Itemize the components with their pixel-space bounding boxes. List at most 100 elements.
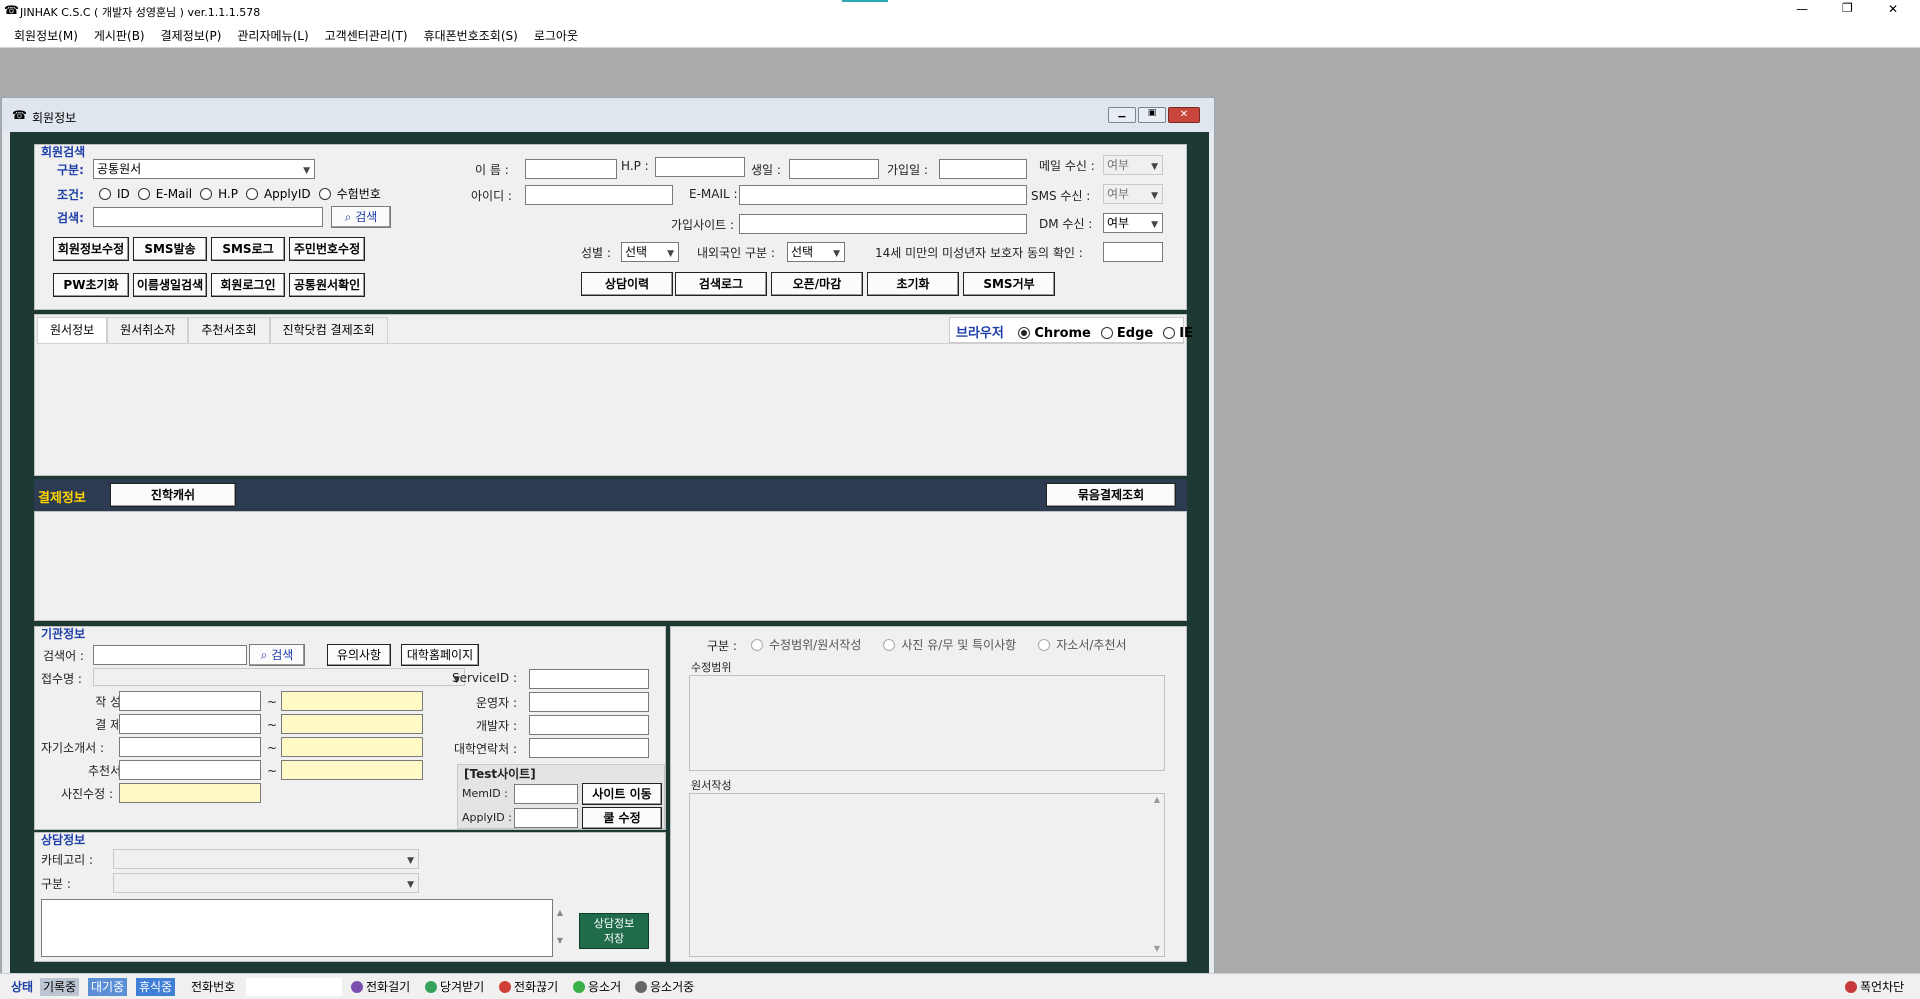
org-row-start-2[interactable]: [119, 737, 261, 757]
radio-icon[interactable]: [318, 188, 331, 200]
bundle-payment-button[interactable]: 묶음결제조회: [1046, 483, 1176, 507]
org-keyword-input[interactable]: [93, 645, 247, 665]
univ-homepage-button[interactable]: 대학홈페이지: [401, 644, 479, 666]
child-close-button[interactable]: ✕: [1168, 107, 1200, 123]
tab-0[interactable]: 원서정보: [37, 317, 108, 343]
org-right-input-0[interactable]: [529, 669, 649, 689]
search-action-button-3[interactable]: 주민번호수정: [289, 237, 365, 261]
memid-input[interactable]: [514, 784, 578, 804]
org-search-button[interactable]: ⌕ 검색: [249, 644, 305, 666]
menu-item-0[interactable]: 회원정보(M): [6, 23, 86, 48]
child-restore-button[interactable]: ▣: [1138, 107, 1166, 123]
sms-recv-select[interactable]: 여부 ▼: [1103, 184, 1163, 204]
pickup-button[interactable]: 당겨받기: [422, 978, 487, 996]
search-action2-button-1[interactable]: 이름생일검색: [133, 273, 207, 297]
radio-icon[interactable]: [883, 639, 896, 651]
category-select[interactable]: ▼: [113, 849, 419, 869]
edit-option-2[interactable]: 자소서/추천서: [1038, 638, 1127, 652]
org-row-start-3[interactable]: [119, 760, 261, 780]
child-minimize-button[interactable]: ▁: [1108, 107, 1136, 123]
maximize-button[interactable]: ❐: [1842, 1, 1853, 15]
id-input[interactable]: [525, 185, 673, 205]
consult-scrollbar[interactable]: ▲ ▼: [553, 899, 567, 957]
site-move-button[interactable]: 사이트 이동: [582, 783, 662, 805]
edit-option-1[interactable]: 사진 유/무 및 특이사항: [883, 638, 1016, 652]
block-abuse-button[interactable]: 폭언차단: [1842, 978, 1907, 996]
consult-textarea[interactable]: [41, 899, 553, 957]
radio-icon[interactable]: [1038, 639, 1051, 651]
search-action-button-1[interactable]: SMS발송: [133, 237, 207, 261]
condition-option-1[interactable]: E-Mail: [137, 187, 192, 201]
range-textarea[interactable]: [689, 675, 1165, 771]
browser-option-0[interactable]: Chrome: [1018, 326, 1091, 341]
condition-option-4[interactable]: 수험번호: [318, 187, 381, 201]
org-right-input-2[interactable]: [529, 715, 649, 735]
menu-item-3[interactable]: 관리자메뉴(L): [229, 23, 316, 48]
search-action2-button-3[interactable]: 공통원서확인: [289, 273, 365, 297]
browser-option-1[interactable]: Edge: [1100, 326, 1153, 341]
consult-gubun-select[interactable]: ▼: [113, 873, 419, 893]
condition-option-3[interactable]: ApplyID: [245, 187, 311, 201]
condition-option-0[interactable]: ID: [99, 187, 130, 201]
gender-select[interactable]: 선택 ▼: [621, 242, 679, 262]
consult-save-button[interactable]: 상담정보 저장: [579, 913, 649, 949]
search-right-button-4[interactable]: SMS거부: [963, 272, 1055, 296]
status-resting[interactable]: 휴식중: [136, 978, 176, 996]
radio-icon[interactable]: [1100, 327, 1113, 339]
join-date-input[interactable]: [939, 159, 1027, 179]
org-row-start-4[interactable]: [119, 783, 261, 803]
org-row-start-0[interactable]: [119, 691, 261, 711]
keyword-input[interactable]: [93, 207, 323, 227]
dm-recv-select[interactable]: 여부 ▼: [1103, 213, 1163, 233]
menu-item-6[interactable]: 로그아웃: [526, 23, 586, 48]
call-button[interactable]: 전화걸기: [348, 978, 413, 996]
menu-item-4[interactable]: 고객센터관리(T): [317, 23, 416, 48]
tab-2[interactable]: 추천서조회: [188, 317, 270, 343]
search-action2-button-0[interactable]: PW초기화: [53, 273, 129, 297]
org-row-end-0[interactable]: [281, 691, 423, 711]
birth-input[interactable]: [789, 159, 879, 179]
edit-option-0[interactable]: 수정범위/원서작성: [751, 638, 861, 652]
search-action-button-2[interactable]: SMS로그: [211, 237, 285, 261]
name-input[interactable]: [525, 159, 617, 179]
minor-consent-input[interactable]: [1103, 242, 1163, 262]
site-input[interactable]: [739, 214, 1027, 234]
status-waiting[interactable]: 대기중: [88, 978, 128, 996]
radio-icon[interactable]: [245, 188, 258, 200]
status-recording[interactable]: 기록중: [40, 978, 80, 996]
mute-button[interactable]: 응소거: [570, 978, 624, 996]
phone-number-field[interactable]: [246, 978, 342, 996]
nation-select[interactable]: 선택 ▼: [787, 242, 845, 262]
tab-3[interactable]: 진학닷컴 결제조회: [269, 317, 388, 343]
radio-icon[interactable]: [1163, 327, 1176, 339]
cookie-edit-button[interactable]: 쿨 수정: [582, 807, 662, 829]
condition-option-2[interactable]: H.P: [200, 187, 238, 201]
radio-icon[interactable]: [1018, 327, 1031, 339]
search-button[interactable]: ⌕ 검색: [331, 206, 391, 228]
write-scrollbar[interactable]: ▲ ▼: [1151, 795, 1163, 955]
search-right-button-3[interactable]: 초기화: [867, 272, 959, 296]
notice-button[interactable]: 유의사항: [327, 644, 391, 666]
muted-button[interactable]: 응소거중: [632, 978, 697, 996]
org-row-end-3[interactable]: [281, 760, 423, 780]
close-button[interactable]: ✕: [1888, 2, 1898, 16]
tab-1[interactable]: 원서취소자: [107, 317, 189, 343]
browser-option-2[interactable]: IE: [1163, 326, 1193, 341]
radio-icon[interactable]: [751, 639, 763, 651]
menu-item-5[interactable]: 휴대폰번호조회(S): [416, 23, 526, 48]
search-right-button-0[interactable]: 상담이력: [581, 272, 673, 296]
email-input[interactable]: [739, 185, 1027, 205]
radio-icon[interactable]: [99, 188, 111, 200]
hangup-button[interactable]: 전화끊기: [496, 978, 561, 996]
org-row-end-1[interactable]: [281, 714, 423, 734]
minimize-button[interactable]: —: [1796, 2, 1808, 16]
search-right-button-2[interactable]: 오픈/마감: [771, 272, 863, 296]
write-textarea[interactable]: [689, 793, 1165, 957]
search-action-button-0[interactable]: 회원정보수정: [53, 237, 129, 261]
org-right-input-3[interactable]: [529, 738, 649, 758]
search-right-button-1[interactable]: 검색로그: [675, 272, 767, 296]
reception-select[interactable]: ▼: [93, 668, 465, 686]
radio-icon[interactable]: [200, 188, 213, 200]
applyid-input[interactable]: [514, 808, 578, 828]
hp-input[interactable]: [655, 157, 745, 177]
